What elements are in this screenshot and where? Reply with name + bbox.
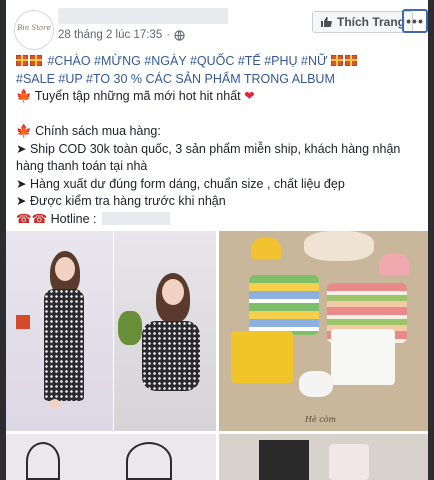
- photo-plant: [118, 311, 142, 345]
- photo-figure: [162, 279, 184, 305]
- gift-icon: [16, 55, 28, 66]
- photo-decor: [16, 315, 30, 329]
- more-icon: •••: [406, 13, 424, 29]
- photo-5[interactable]: [219, 434, 428, 480]
- thumbs-up-icon: [321, 17, 332, 27]
- gift-icon: [30, 55, 42, 66]
- photo-figure: [44, 289, 84, 401]
- photo-grid: Hè còm: [6, 231, 428, 480]
- photo-item: [26, 442, 60, 480]
- collection-line: 🍁 Tuyển tập những mã mới hot hit nhất ❤: [16, 88, 424, 106]
- like-page-label: Thích Trang: [337, 15, 406, 29]
- photo-item: [259, 440, 309, 480]
- like-page-button[interactable]: Thích Trang: [312, 11, 414, 33]
- sale-line: #SALE #UP #TO 30 % CÁC SẢN PHẨM TRONG AL…: [16, 71, 424, 89]
- photo-item: [329, 444, 369, 480]
- post-header: Bin Store 28 tháng 2 lúc 17:35 · Thích T…: [6, 0, 428, 52]
- photo-figure: [50, 399, 60, 409]
- hotline-number-redacted: [102, 211, 171, 225]
- policy-title-line: 🍁 Chính sách mua hàng:: [16, 123, 424, 141]
- policy-text-1: Ship COD 30k toàn quốc, 3 sản phẩm miễn …: [16, 141, 401, 174]
- arrow-icon: ➤: [16, 194, 27, 208]
- heart-icon: ❤: [244, 89, 255, 103]
- globe-icon: [174, 29, 185, 41]
- telephone-icon: ☎☎: [16, 211, 48, 226]
- dot-separator: ·: [166, 29, 171, 41]
- photo-figure: [142, 321, 200, 391]
- photo-item: [251, 237, 281, 259]
- facebook-post: Bin Store 28 tháng 2 lúc 17:35 · Thích T…: [6, 0, 428, 480]
- post-text: #CHÀO #MỪNG #NGÀY #QUỐC #TẾ #PHỤ #NỮ #SA…: [16, 53, 424, 228]
- photo-4[interactable]: [6, 434, 216, 480]
- photo-3[interactable]: Hè còm: [219, 231, 428, 431]
- arrow-icon: ➤: [16, 141, 27, 156]
- hashtags[interactable]: #CHÀO #MỪNG #NGÀY #QUỐC #TẾ #PHỤ #NỮ: [47, 54, 327, 68]
- hotline-line: ☎☎ Hotline :: [16, 211, 424, 229]
- photo-item: [231, 331, 293, 383]
- photo-item: [331, 329, 395, 385]
- maple-leaf-icon: 🍁: [16, 89, 32, 103]
- policy-item-1: ➤ Ship COD 30k toàn quốc, 3 sản phẩm miễ…: [16, 141, 424, 176]
- page-avatar[interactable]: Bin Store: [14, 10, 54, 50]
- collection-text: Tuyển tập những mã mới hot hit nhất: [34, 89, 241, 103]
- post-meta: 28 tháng 2 lúc 17:35 ·: [58, 29, 185, 41]
- photo-figure: [55, 257, 75, 281]
- gift-icon: [345, 55, 358, 66]
- photo-1[interactable]: [6, 231, 113, 431]
- hashtags-line: #CHÀO #MỪNG #NGÀY #QUỐC #TẾ #PHỤ #NỮ: [16, 53, 424, 71]
- photo-watermark: Hè còm: [305, 415, 337, 424]
- gift-icon: [331, 55, 344, 66]
- photo-item: [304, 231, 374, 261]
- photo-item: [299, 371, 333, 397]
- sale-hashtags[interactable]: #SALE #UP #TO 30 % CÁC SẢN PHẨM TRONG AL…: [16, 72, 335, 86]
- policy-item-2: ➤ Hàng xuất dư đúng form dáng, chuẩn siz…: [16, 176, 424, 194]
- photo-2[interactable]: [114, 231, 216, 431]
- hotline-label: Hotline :: [50, 211, 97, 226]
- policy-item-3: ➤ Được kiểm tra hàng trước khi nhận: [16, 193, 424, 211]
- page-logo-text: Bin Store: [17, 24, 51, 32]
- page-name-redacted[interactable]: [58, 8, 228, 24]
- policy-title: Chính sách mua hàng:: [35, 124, 161, 138]
- photo-item: [126, 442, 172, 480]
- more-options-button[interactable]: •••: [402, 9, 428, 33]
- policy-text-2: Hàng xuất dư đúng form dáng, chuẩn size …: [29, 176, 345, 191]
- photo-item: [249, 275, 319, 335]
- arrow-icon: ➤: [16, 176, 27, 191]
- post-timestamp[interactable]: 28 tháng 2 lúc 17:35: [58, 29, 162, 41]
- photo-item: [379, 253, 409, 275]
- policy-text-3: Được kiểm tra hàng trước khi nhận: [29, 194, 226, 208]
- maple-leaf-icon: 🍁: [16, 124, 32, 138]
